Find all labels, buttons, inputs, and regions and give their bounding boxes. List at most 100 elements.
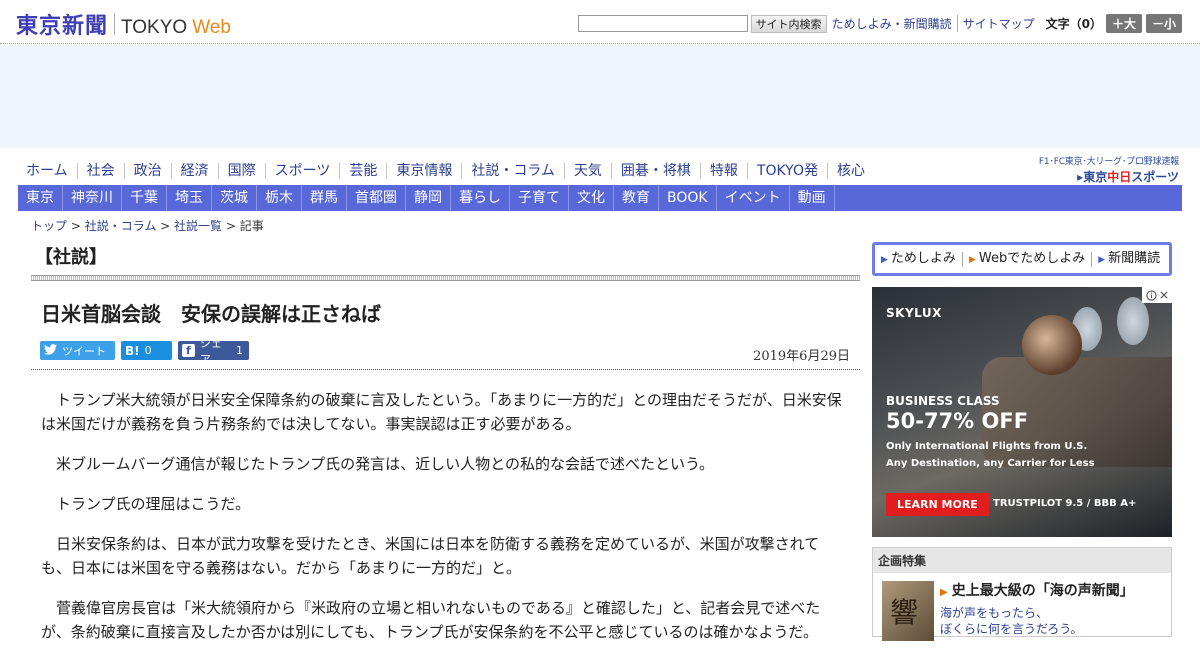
regional-nav: 東京 神奈川 千葉 埼玉 茨城 栃木 群馬 首都圏 静岡 暮らし 子育て 文化 … [18, 185, 1182, 211]
logo-web: Web [192, 17, 231, 38]
nav-video[interactable]: 動画 [790, 185, 835, 211]
article-paragraph: トランプ米大統領が日米安全保障条約の破棄に言及したという。「あまりに一方的だ」と… [41, 391, 842, 433]
top-ad-area [0, 45, 1200, 148]
sports-logo-wordmark: ▸東京中日スポーツ [1077, 170, 1179, 184]
trial-read-label: ためしよみ [890, 250, 956, 266]
twitter-bird-icon [44, 343, 57, 358]
nav-special-report[interactable]: 特報 [699, 163, 747, 179]
primary-nav: ホーム 社会 政治 経済 国際 スポーツ 芸能 東京情報 社説・コラム 天気 囲… [18, 158, 874, 184]
facebook-icon: f [182, 344, 195, 357]
breadcrumb-editorial[interactable]: 社説・コラム [85, 219, 157, 233]
region-tochigi[interactable]: 栃木 [257, 185, 302, 211]
feature-subtitle-1: 海が声をもったら、 [940, 606, 1049, 620]
sports-logo-prefix: 東京 [1083, 170, 1108, 184]
nav-editorial-column[interactable]: 社説・コラム [461, 163, 564, 179]
share-buttons: ツイート B! 0 f シェア 1 [40, 337, 249, 366]
region-chiba[interactable]: 千葉 [122, 185, 167, 211]
chunichi-sports-logo[interactable]: F1･FC東京･大リーグ･プロ野球速報 ▸東京中日スポーツ [1027, 154, 1179, 185]
nav-entertainment[interactable]: 芸能 [339, 163, 386, 179]
nav-international[interactable]: 国際 [217, 163, 265, 179]
search-input[interactable] [577, 15, 748, 32]
font-size-value: （0） [1069, 17, 1102, 31]
sports-logo-tagline: F1･FC東京･大リーグ･プロ野球速報 [1038, 157, 1179, 167]
region-saitama[interactable]: 埼玉 [167, 185, 212, 211]
nav-economy[interactable]: 経済 [170, 163, 218, 179]
article-paragraph: 菅義偉官房長官は「米大統領府から『米政府の立場と相いれないものである』と確認した… [41, 599, 821, 641]
ad-passenger-image [1022, 315, 1082, 375]
special-feature-heading: 企画特集 [873, 548, 1171, 573]
region-gunma[interactable]: 群馬 [302, 185, 347, 211]
nav-events[interactable]: イベント [717, 185, 790, 211]
subscribe-newspaper-label: 新聞購読 [1108, 250, 1161, 266]
site-logo[interactable]: 東京新聞 TOKYO Web [16, 8, 231, 40]
arrow-icon: ▶ [1098, 254, 1106, 265]
arrow-icon: ▶ [968, 254, 976, 265]
article-paragraph: 日米安保条約は、日本が武力攻撃を受けたとき、米国には日本を防衛する義務を定めてい… [41, 535, 820, 577]
ad-brand: SKYLUX [886, 306, 942, 320]
nav-go-shogi[interactable]: 囲碁・将棋 [610, 163, 700, 179]
tweet-button[interactable]: ツイート [40, 341, 115, 360]
arrow-icon: ▶ [881, 254, 888, 265]
facebook-share-count: 1 [236, 344, 243, 357]
nav-culture[interactable]: 文化 [569, 185, 614, 211]
font-size-label: 文字（0） [1046, 15, 1102, 32]
region-kanagawa[interactable]: 神奈川 [63, 185, 122, 211]
feature-title-link[interactable]: ▶ 史上最大級の「海の声新聞」 [940, 580, 1134, 600]
web-trial-read-label: Webでためしよみ [978, 250, 1086, 266]
font-size-text: 文字 [1045, 17, 1070, 31]
ad-offer: 50-77% OFF [886, 409, 1029, 433]
feature-title: 史上最大級の「海の声新聞」 [951, 583, 1134, 599]
nav-book[interactable]: BOOK [659, 185, 717, 211]
section-label: 【社説】 [35, 247, 107, 268]
nav-core[interactable]: 核心 [826, 163, 874, 179]
ad-learn-more-button[interactable]: LEARN MORE [886, 493, 989, 516]
headline-divider [31, 369, 860, 370]
font-smaller-button[interactable]: －小 [1145, 14, 1182, 33]
region-tokyo[interactable]: 東京 [18, 185, 63, 211]
subscription-links: ▶ ためしよみ ▶ Webでためしよみ ▶ 新聞購読 [872, 242, 1172, 276]
breadcrumb-top[interactable]: トップ [31, 219, 67, 233]
font-larger-button[interactable]: ＋大 [1105, 14, 1142, 33]
ad-airplane-window [1117, 297, 1149, 345]
nav-home[interactable]: ホーム [18, 163, 77, 179]
feature-thumbnail[interactable] [882, 581, 934, 641]
nav-society[interactable]: 社会 [76, 163, 124, 179]
sidebar-ad-banner[interactable]: SKYLUX BUSINESS CLASS 50-77% OFF Only In… [872, 287, 1172, 537]
nav-politics[interactable]: 政治 [123, 163, 171, 179]
nav-living[interactable]: 暮らし [451, 185, 510, 211]
web-trial-read-link[interactable]: ▶ Webでためしよみ [961, 250, 1091, 267]
nav-weather[interactable]: 天気 [563, 163, 611, 179]
trial-read-link[interactable]: ▶ ためしよみ [875, 250, 962, 267]
logo-english: TOKYO [121, 17, 188, 38]
nav-sports[interactable]: スポーツ [264, 163, 340, 179]
nav-parenting[interactable]: 子育て [510, 185, 569, 211]
breadcrumb-separator: > [222, 219, 240, 233]
subscribe-link[interactable]: ためしよみ・新聞購読 [827, 15, 957, 32]
header-tools: サイト内検索 ためしよみ・新聞購読 サイトマップ 文字（0） ＋大 －小 [577, 14, 1182, 33]
site-search-button[interactable]: サイト内検索 [750, 14, 827, 33]
logo-divider [114, 13, 116, 35]
section-divider [31, 275, 860, 281]
sitemap-link[interactable]: サイトマップ [956, 15, 1040, 32]
ad-line2: Any Destination, any Carrier for Less [886, 458, 1095, 469]
logo-japanese: 東京新聞 [16, 13, 109, 39]
nav-tokyo-info[interactable]: 東京情報 [386, 163, 461, 179]
arrow-icon: ▶ [940, 587, 948, 598]
region-ibaraki[interactable]: 茨城 [212, 185, 257, 211]
tweet-label: ツイート [62, 344, 106, 358]
breadcrumb-editorial-list[interactable]: 社説一覧 [174, 219, 222, 233]
ad-trust: TRUSTPILOT 9.5 / BBB A+ [993, 498, 1137, 509]
hatena-bookmark-button[interactable]: B! 0 [121, 341, 172, 360]
subscribe-newspaper-link[interactable]: ▶ 新聞購読 [1091, 250, 1166, 267]
feature-subtitle-2: ぼくらに何を言うだろう。 [940, 622, 1083, 636]
site-header: 東京新聞 TOKYO Web サイト内検索 ためしよみ・新聞購読 サイトマップ … [0, 0, 1200, 44]
article-paragraph: トランプ氏の理屈はこうだ。 [56, 495, 251, 513]
facebook-share-button[interactable]: f シェア 1 [178, 337, 249, 366]
region-shutoken[interactable]: 首都圏 [347, 185, 406, 211]
nav-tokyo-hatsu[interactable]: TOKYO発 [746, 163, 827, 179]
ad-choices-icon[interactable] [1142, 287, 1172, 303]
nav-education[interactable]: 教育 [614, 185, 659, 211]
article-date: 2019年6月29日 [753, 349, 850, 364]
region-shizuoka[interactable]: 静岡 [406, 185, 451, 211]
sports-logo-red: 中日 [1107, 170, 1132, 184]
